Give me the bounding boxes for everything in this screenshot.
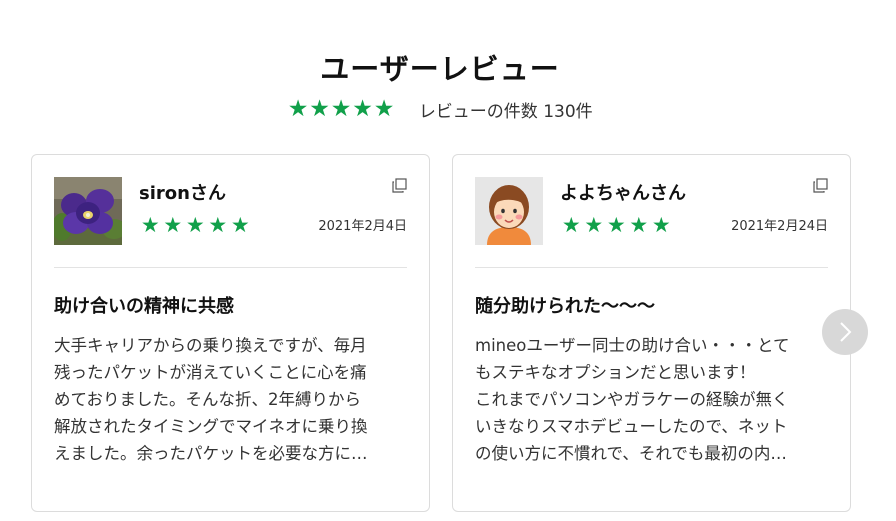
star-icon: ★ xyxy=(163,213,183,237)
avatar xyxy=(475,177,543,245)
reviewer-name: よよちゃんさん xyxy=(560,183,686,204)
copy-icon[interactable] xyxy=(813,178,828,193)
review-body-line: これまでパソコンやガラケーの経験が無く xyxy=(475,390,789,409)
review-card: sironさん ★ ★ ★ ★ ★ 2021年2月4日 助け合いの精神に共感 大… xyxy=(31,154,430,512)
star-icon: ★ xyxy=(140,213,160,237)
divider xyxy=(475,267,828,268)
star-icon: ★ xyxy=(208,213,228,237)
review-body-line: 解放されたタイミングでマイネオに乗り換 xyxy=(54,417,368,436)
review-body-line: めておりました。そんな折、2年縛りから xyxy=(54,390,362,409)
review-card: よよちゃんさん ★ ★ ★ ★ ★ 2021年2月24日 随分助けられた～～～ … xyxy=(452,154,851,512)
review-body-line: 大手キャリアからの乗り換えですが、毎月 xyxy=(54,336,367,355)
star-icon: ★ xyxy=(561,213,581,237)
star-icon: ★ xyxy=(230,213,250,237)
review-date: 2021年2月4日 xyxy=(318,219,407,234)
star-icon: ★ xyxy=(373,96,395,122)
pansy-flower-photo-icon xyxy=(54,177,122,245)
star-icon: ★ xyxy=(185,213,205,237)
review-stars: ★ ★ ★ ★ ★ xyxy=(560,215,673,236)
next-button[interactable] xyxy=(822,309,868,355)
star-icon: ★ xyxy=(287,96,309,122)
review-body-line: えました。余ったパケットを必要な方に… xyxy=(54,444,368,463)
woman-illustration-icon xyxy=(475,177,543,245)
star-icon: ★ xyxy=(629,213,649,237)
review-body-line: 残ったパケットが消えていくことに心を痛 xyxy=(54,363,367,382)
review-title: 助け合いの精神に共感 xyxy=(54,296,234,317)
star-icon: ★ xyxy=(584,213,604,237)
star-icon: ★ xyxy=(606,213,626,237)
review-body: mineoユーザー同士の助け合い・・・とて もステキなオプションだと思います！ … xyxy=(475,332,827,467)
star-icon: ★ xyxy=(309,96,330,122)
review-body-line: mineoユーザー同士の助け合い・・・とて xyxy=(475,336,790,355)
chevron-right-icon xyxy=(840,322,852,342)
star-icon: ★ xyxy=(330,96,352,122)
copy-icon[interactable] xyxy=(392,178,407,193)
review-count: レビューの件数 130件 xyxy=(418,102,593,122)
summary-stars: ★ ★ ★ ★ ★ xyxy=(287,98,395,121)
avatar xyxy=(54,177,122,245)
review-body-line: の使い方に不慣れで、それでも最初の内… xyxy=(475,444,787,463)
review-stars: ★ ★ ★ ★ ★ xyxy=(139,215,252,236)
review-body-line: いきなりスマホデビューしたので、ネット xyxy=(475,417,788,436)
divider xyxy=(54,267,407,268)
page-title: ユーザーレビュー xyxy=(320,52,560,86)
review-title: 随分助けられた～～～ xyxy=(475,296,655,317)
star-icon: ★ xyxy=(352,96,373,122)
rating-summary: ★ ★ ★ ★ ★ レビューの件数 130件 xyxy=(0,97,880,123)
review-date: 2021年2月24日 xyxy=(731,219,828,234)
star-icon: ★ xyxy=(651,213,671,237)
review-body: 大手キャリアからの乗り換えですが、毎月 残ったパケットが消えていくことに心を痛 … xyxy=(54,332,406,467)
review-body-line: もステキなオプションだと思います！ xyxy=(475,363,756,382)
reviewer-name: sironさん xyxy=(139,183,226,204)
